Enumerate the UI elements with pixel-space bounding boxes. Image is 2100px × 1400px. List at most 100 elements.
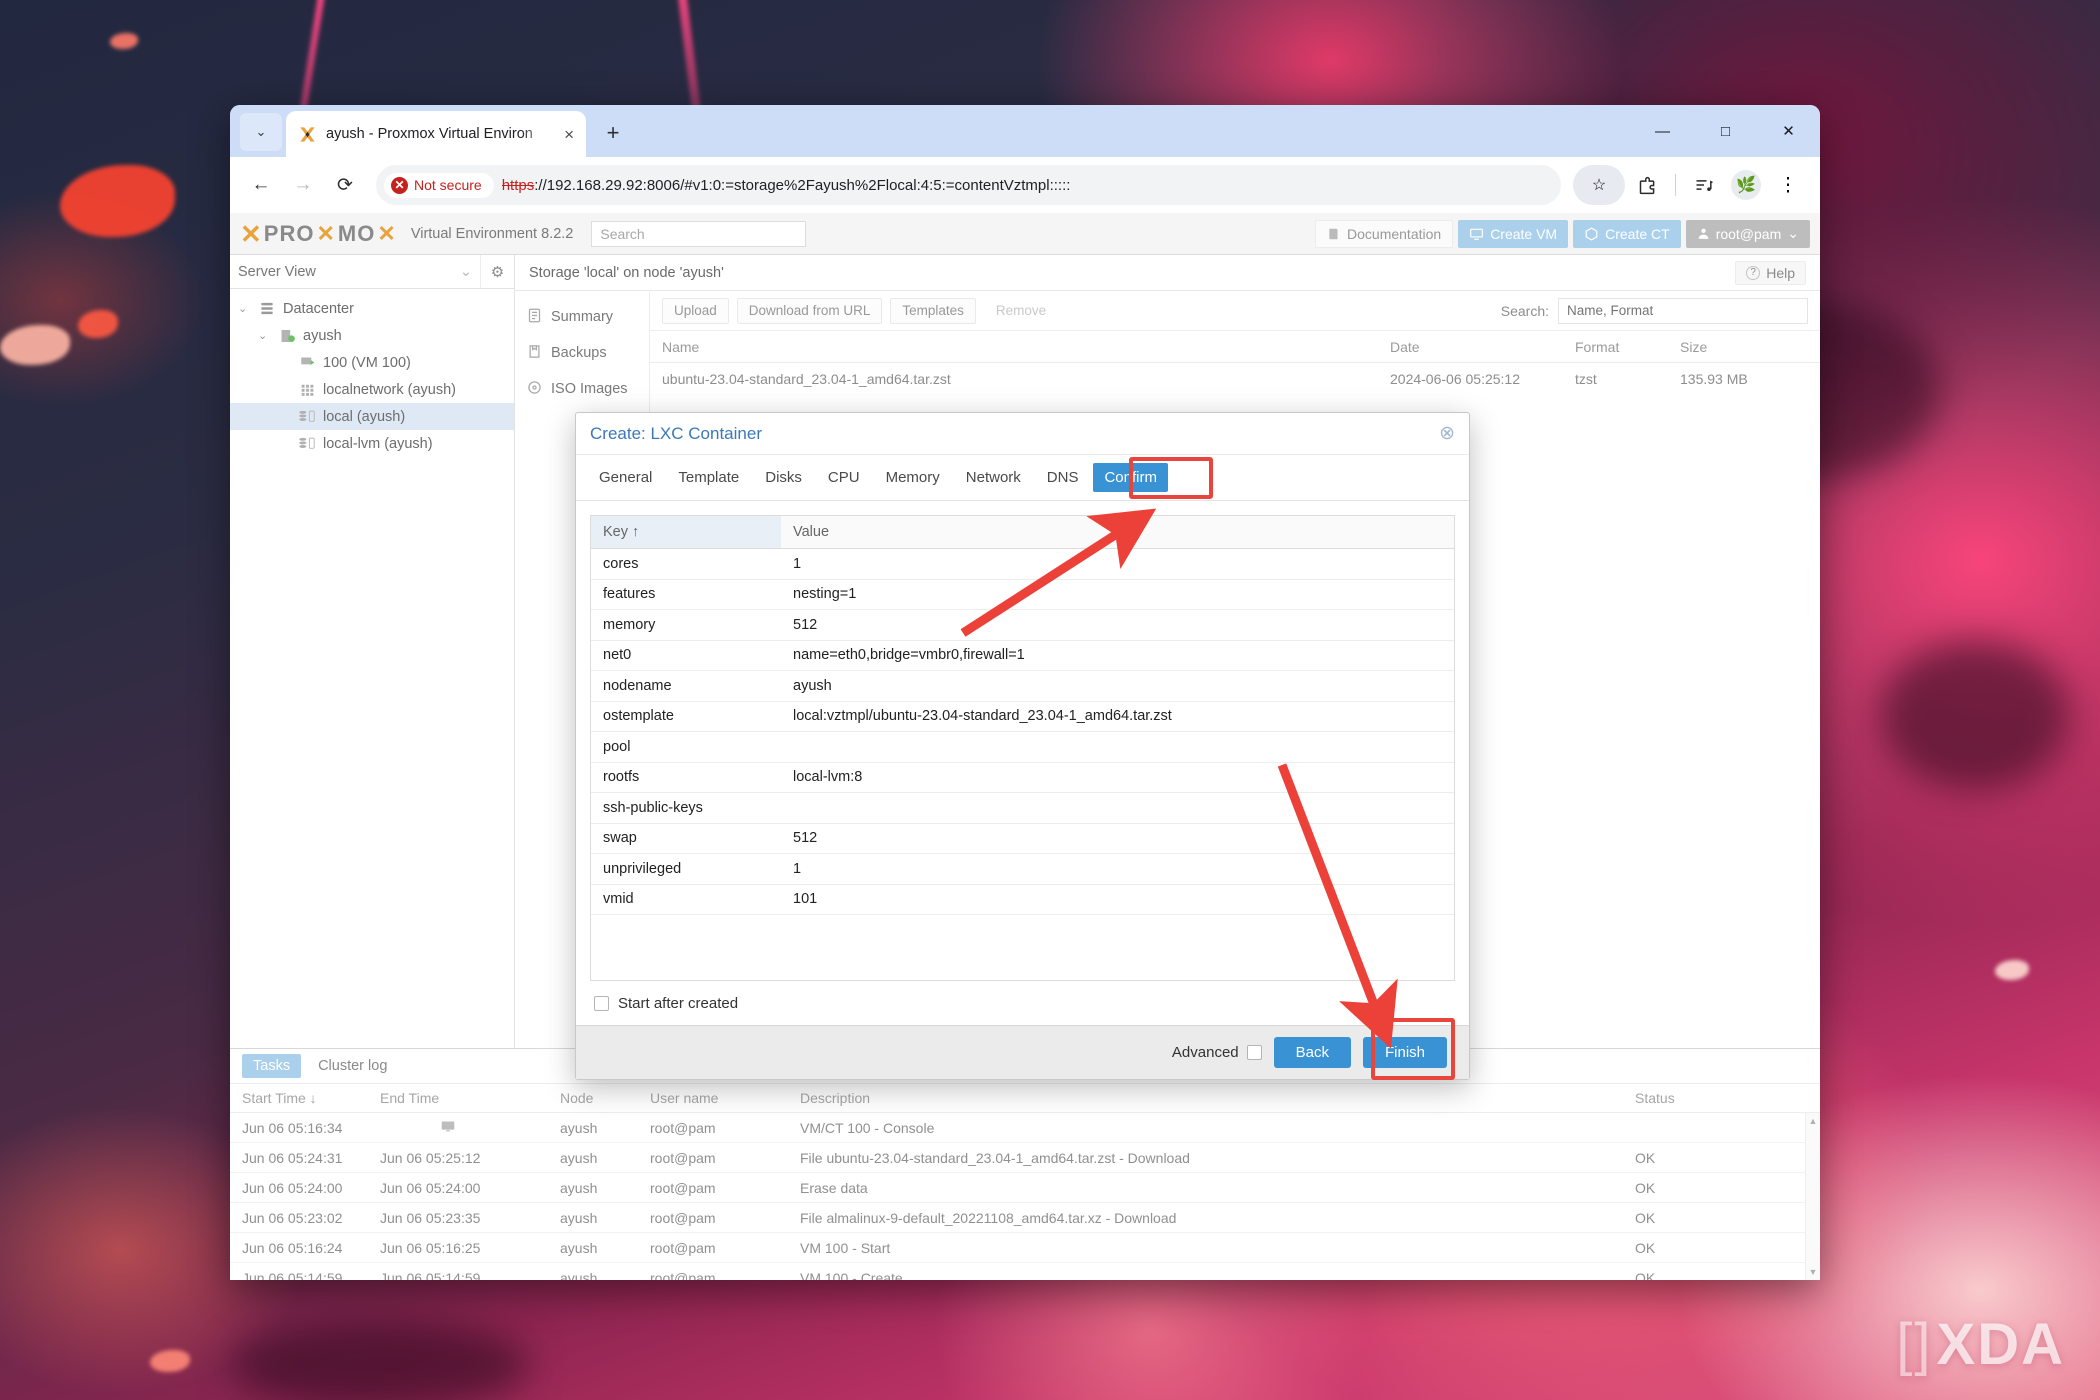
- new-tab-icon[interactable]: +: [596, 116, 630, 150]
- scroll-up-icon[interactable]: ▲: [1809, 1116, 1818, 1126]
- col-node[interactable]: Node: [560, 1090, 650, 1106]
- config-row[interactable]: rootfs local-lvm:8: [591, 763, 1454, 793]
- col-key[interactable]: Key ↑: [591, 516, 781, 548]
- view-selector[interactable]: Server View ⌄: [230, 255, 480, 288]
- config-row[interactable]: features nesting=1: [591, 580, 1454, 610]
- content-nav-label: Backups: [551, 345, 607, 361]
- help-button[interactable]: ? Help: [1735, 260, 1806, 285]
- toolbar-actions: ☆ 🌿 ⋮: [1573, 165, 1808, 205]
- tab-close-icon[interactable]: ×: [564, 126, 574, 143]
- vm-icon: [298, 355, 316, 371]
- browser-menu-icon[interactable]: ⋮: [1768, 165, 1808, 205]
- dialog-tab-general[interactable]: General: [588, 463, 663, 492]
- task-tab-cluster-log[interactable]: Cluster log: [307, 1054, 398, 1078]
- tree-expand-icon[interactable]: ⌄: [238, 302, 251, 315]
- dialog-tab-memory[interactable]: Memory: [875, 463, 951, 492]
- upload-button[interactable]: Upload: [662, 297, 729, 324]
- reload-icon[interactable]: ⟳: [326, 166, 364, 204]
- config-grid-rows: cores 1 features nesting=1 memory 512 net0 name…: [591, 549, 1454, 915]
- tree-item-localnetwork[interactable]: localnetwork (ayush): [230, 376, 514, 403]
- task-row[interactable]: Jun 06 05:14:59 Jun 06 05:14:59 ayush root@…: [230, 1263, 1820, 1281]
- bookmark-star-icon[interactable]: ☆: [1573, 165, 1625, 205]
- config-row[interactable]: pool: [591, 732, 1454, 763]
- start-after-created-row[interactable]: Start after created: [576, 981, 1469, 1025]
- config-row[interactable]: net0 name=eth0,bridge=vmbr0,firewall=1: [591, 641, 1454, 671]
- tree-item-ayush[interactable]: ⌄ ayush: [230, 322, 514, 349]
- create-vm-button[interactable]: Create VM: [1458, 219, 1569, 248]
- close-icon[interactable]: ⊗: [1439, 422, 1455, 445]
- window-close-button[interactable]: ✕: [1757, 105, 1820, 157]
- chevron-down-icon: ⌄: [459, 263, 472, 280]
- scroll-down-icon[interactable]: ▼: [1809, 1267, 1818, 1277]
- start-after-created-checkbox[interactable]: [594, 995, 609, 1011]
- tree-item-label: localnetwork (ayush): [323, 381, 456, 398]
- finish-button[interactable]: Finish: [1362, 1037, 1447, 1068]
- cell-description: File almalinux-9-default_20221108_amd64.…: [800, 1209, 1177, 1226]
- col-status[interactable]: Status: [1635, 1090, 1820, 1106]
- col-end-time[interactable]: End Time: [380, 1090, 560, 1106]
- dialog-tab-network[interactable]: Network: [955, 463, 1032, 492]
- tree-item-local[interactable]: local (ayush): [230, 403, 514, 430]
- config-row[interactable]: cores 1: [591, 549, 1454, 580]
- window-maximize-button[interactable]: □: [1694, 105, 1757, 157]
- col-start-time[interactable]: Start Time ↓: [230, 1090, 380, 1106]
- dialog-tab-template[interactable]: Template: [667, 463, 750, 492]
- templates-button[interactable]: Templates: [890, 297, 976, 324]
- col-user-name[interactable]: User name: [650, 1090, 800, 1106]
- config-row[interactable]: swap 512: [591, 824, 1454, 854]
- content-nav-summary[interactable]: Summary: [515, 299, 649, 335]
- advanced-checkbox[interactable]: [1246, 1045, 1262, 1060]
- table-row[interactable]: ubuntu-23.04-standard_23.04-1_amd64.tar.…: [650, 363, 1820, 395]
- url-rest: ://192.168.29.92:8006/#v1:0:=storage%2Fa…: [534, 176, 1071, 194]
- col-name[interactable]: Name: [650, 339, 1390, 355]
- global-search-input[interactable]: Search: [591, 220, 807, 247]
- config-row[interactable]: nodename ayush: [591, 671, 1454, 702]
- col-value[interactable]: Value: [781, 524, 1454, 540]
- task-row[interactable]: Jun 06 05:16:34 ayush root@pam VM/CT 100 - …: [230, 1113, 1820, 1143]
- extensions-icon[interactable]: [1627, 165, 1667, 205]
- user-menu-button[interactable]: root@pam ⌄: [1685, 219, 1810, 248]
- content-nav-backups[interactable]: Backups: [515, 335, 649, 371]
- browser-tab[interactable]: ayush - Proxmox Virtual Environ ×: [286, 111, 586, 157]
- tree-item-local-lvm[interactable]: local-lvm (ayush): [230, 430, 514, 457]
- col-format[interactable]: Format: [1575, 339, 1680, 355]
- create-ct-button[interactable]: Create CT: [1573, 219, 1681, 248]
- col-size[interactable]: Size: [1680, 339, 1820, 355]
- gear-icon[interactable]: ⚙: [480, 255, 514, 288]
- config-row[interactable]: unprivileged 1: [591, 854, 1454, 885]
- dialog-tab-cpu[interactable]: CPU: [817, 463, 871, 492]
- dialog-tab-confirm[interactable]: Confirm: [1093, 463, 1168, 492]
- tab-search-icon[interactable]: ⌄: [240, 113, 282, 151]
- advanced-toggle[interactable]: Advanced: [1172, 1044, 1262, 1061]
- config-row[interactable]: memory 512: [591, 610, 1454, 641]
- tree-item-100[interactable]: 100 (VM 100): [230, 349, 514, 376]
- window-minimize-button[interactable]: —: [1631, 105, 1694, 157]
- profile-avatar[interactable]: 🌿: [1726, 165, 1766, 205]
- content-nav-iso-images[interactable]: ISO Images: [515, 371, 649, 407]
- back-icon[interactable]: ←: [242, 166, 280, 204]
- task-tab-tasks[interactable]: Tasks: [242, 1054, 302, 1078]
- task-row[interactable]: Jun 06 05:24:31 Jun 06 05:25:12 ayush root@…: [230, 1143, 1820, 1173]
- tree-expand-icon[interactable]: ⌄: [258, 329, 271, 342]
- col-description[interactable]: Description: [800, 1090, 1635, 1106]
- dialog-tab-disks[interactable]: Disks: [754, 463, 813, 492]
- task-row[interactable]: Jun 06 05:24:00 Jun 06 05:24:00 ayush root@…: [230, 1173, 1820, 1203]
- task-row[interactable]: Jun 06 05:16:24 Jun 06 05:16:25 ayush root@…: [230, 1233, 1820, 1263]
- not-secure-badge[interactable]: ✕ Not secure: [384, 172, 494, 198]
- reading-list-icon[interactable]: [1684, 165, 1724, 205]
- documentation-button[interactable]: Documentation: [1315, 219, 1454, 248]
- address-bar[interactable]: ✕ Not secure https://192.168.29.92:8006/…: [376, 165, 1561, 205]
- config-row[interactable]: ostemplate local:vztmpl/ubuntu-23.04-stan…: [591, 702, 1454, 732]
- back-button[interactable]: Back: [1273, 1037, 1351, 1068]
- search-input[interactable]: [1558, 297, 1808, 324]
- download-from-url-button[interactable]: Download from URL: [736, 297, 883, 324]
- config-row[interactable]: vmid 101: [591, 885, 1454, 915]
- tree-item-datacenter[interactable]: ⌄ Datacenter: [230, 295, 514, 322]
- config-row[interactable]: ssh-public-keys: [591, 793, 1454, 824]
- task-row[interactable]: Jun 06 05:23:02 Jun 06 05:23:35 ayush root@…: [230, 1203, 1820, 1233]
- task-scrollbar[interactable]: ▲ ▼: [1805, 1113, 1820, 1280]
- cell-status: OK: [1635, 1269, 1656, 1281]
- forward-icon[interactable]: →: [284, 166, 322, 204]
- dialog-tab-dns[interactable]: DNS: [1036, 463, 1090, 492]
- col-date[interactable]: Date: [1390, 339, 1575, 355]
